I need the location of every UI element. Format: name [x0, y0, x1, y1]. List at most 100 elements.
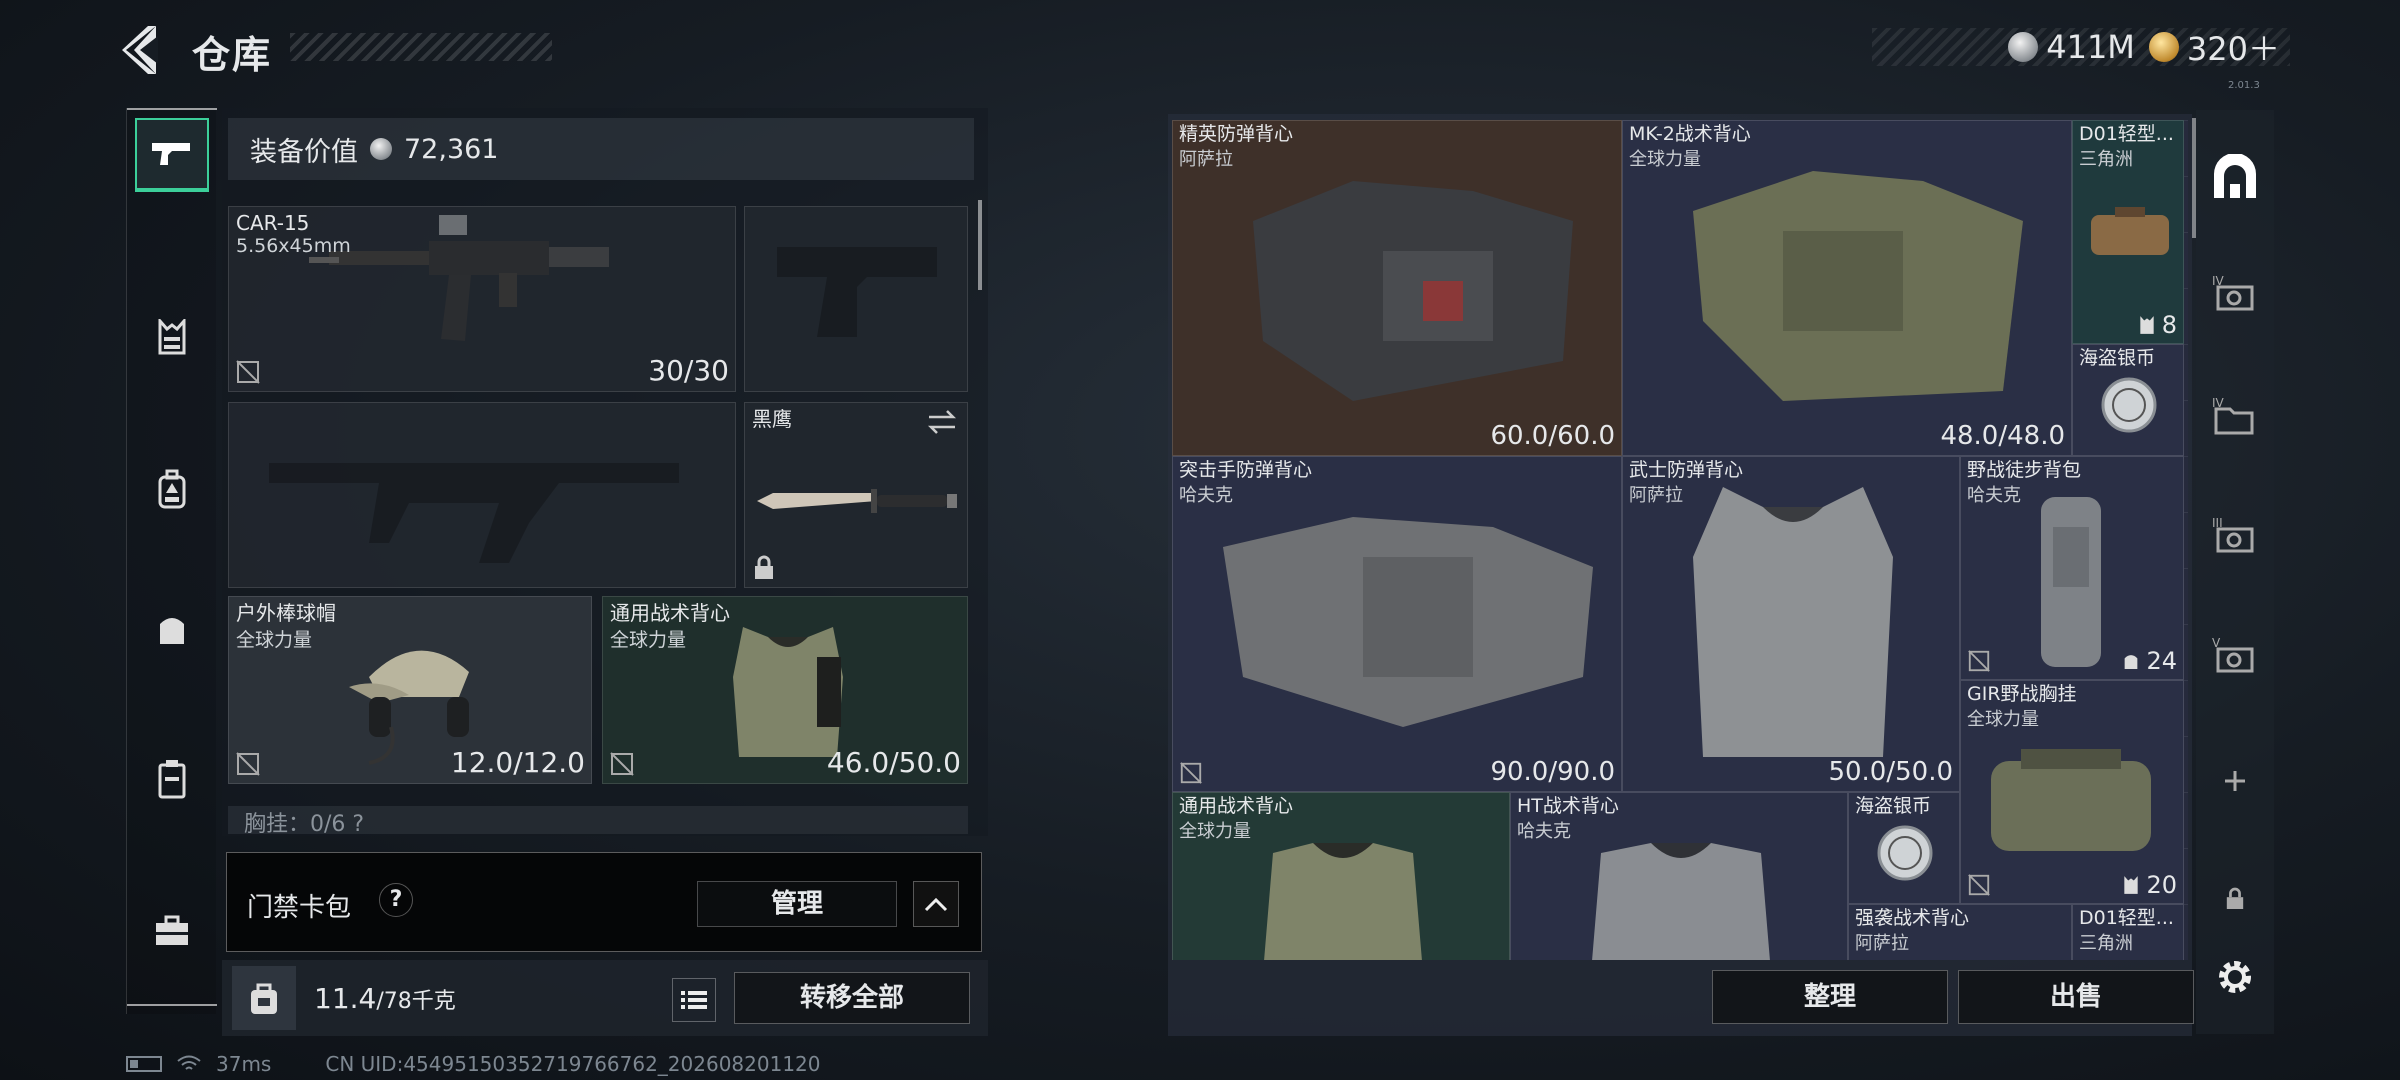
secondary-primary-slot[interactable]	[228, 402, 736, 588]
keycard-label: 门禁卡包	[247, 893, 352, 923]
equipment-scrollbar[interactable]	[978, 200, 982, 290]
cap-image	[349, 650, 469, 765]
stash-item[interactable]: MK-2战术背心 全球力量 48.0/48.0	[1622, 120, 2072, 456]
item-brand: 三角洲	[2079, 933, 2133, 954]
backpack-icon	[158, 469, 186, 509]
vest-image	[733, 627, 843, 757]
armor-name: 通用战术背心	[610, 601, 730, 625]
melee-slot[interactable]: 黑鹰	[744, 402, 968, 588]
transfer-all-button[interactable]: 转移全部	[734, 972, 970, 1024]
item-brand: 全球力量	[1179, 821, 1251, 842]
no-durability-icon	[1180, 762, 1202, 784]
expand-button[interactable]	[913, 881, 959, 927]
back-button[interactable]	[118, 22, 168, 78]
silver-coin-icon	[2008, 32, 2039, 62]
armor-durability: 46.0/50.0	[826, 746, 961, 779]
stash-item[interactable]: 武士防弹背心 阿萨拉 50.0/50.0	[1622, 456, 1960, 792]
stash-tab-5[interactable]: V	[2210, 630, 2260, 680]
stash-item[interactable]: HT战术背心 哈夫克	[1510, 792, 1848, 960]
sort-button[interactable]: 整理	[1712, 970, 1948, 1024]
list-view-button[interactable]	[672, 978, 716, 1022]
stash-item[interactable]: 野战徒步背包 哈夫克 24	[1960, 456, 2184, 680]
item-name: GIR野战胸挂	[1967, 683, 2077, 705]
equipment-value-label: 装备价值	[250, 136, 358, 168]
item-name: 野战徒步背包	[1967, 459, 2082, 481]
coin-image	[1877, 825, 1933, 881]
item-brand: 哈夫克	[1517, 821, 1571, 842]
secondary-weapon-slot[interactable]	[744, 206, 968, 392]
item-count: 8	[2138, 311, 2177, 339]
manage-button[interactable]: 管理	[697, 881, 897, 927]
category-case[interactable]	[135, 894, 209, 968]
add-stash-button[interactable]	[2210, 756, 2260, 806]
no-durability-icon	[236, 752, 260, 776]
stash-tab-3[interactable]: III	[2210, 510, 2260, 560]
item-brand: 阿萨拉	[1179, 149, 1233, 170]
vest-image	[1253, 181, 1573, 401]
stash-item[interactable]: GIR野战胸挂 全球力量 20	[1960, 680, 2184, 904]
briefcase-icon	[156, 915, 188, 945]
page-title: 仓库	[192, 33, 273, 77]
item-durability: 60.0/60.0	[1490, 421, 1615, 451]
rail-divider	[127, 108, 217, 110]
pistol-icon	[152, 143, 190, 165]
gold-coin-icon	[2148, 32, 2179, 62]
category-pouch[interactable]	[135, 592, 209, 666]
stash-tab-4[interactable]: IV	[2210, 268, 2260, 318]
stash-item[interactable]: 通用战术背心 全球力量	[1172, 792, 1510, 960]
category-chest-rig[interactable]	[135, 300, 209, 374]
chest-rig-icon	[158, 319, 186, 355]
vest-image	[1592, 843, 1770, 960]
item-name: 通用战术背心	[1179, 795, 1294, 817]
item-brand: 全球力量	[1967, 709, 2039, 730]
stash-item[interactable]: 海盗银币	[1848, 792, 1960, 904]
stash-tab-folder[interactable]: IV	[2210, 390, 2260, 440]
uid: CN UID:4549515035271976​6762_20260820112…	[325, 1052, 821, 1076]
sell-button[interactable]: 出售	[1958, 970, 2194, 1024]
gold-currency[interactable]: 320＋	[2148, 24, 2280, 70]
battery-icon	[126, 1056, 162, 1072]
category-backpack[interactable]	[135, 452, 209, 526]
armor-slot[interactable]: 通用战术背心 全球力量 46.0/50.0	[602, 596, 968, 784]
swap-icon[interactable]	[927, 409, 957, 435]
silver-currency[interactable]: 411M	[2008, 28, 2135, 66]
armor-brand: 全球力量	[610, 629, 687, 651]
chest-rig-row[interactable]: 胸挂：0/6 ?	[228, 806, 968, 834]
bag-bar: 11.4/78千克 转移全部	[222, 960, 988, 1036]
chest-rig-icon	[2140, 316, 2154, 334]
stash-item[interactable]: 强袭战术背心 阿萨拉	[1848, 904, 2072, 960]
rifle-placeholder-icon	[269, 463, 679, 563]
helmet-slot[interactable]: 户外棒球帽 全球力量 12.0/12.0	[228, 596, 592, 784]
vest-image	[1693, 171, 2023, 401]
weight-max: /78千克	[376, 989, 456, 1014]
item-name: 突击手防弹背心	[1179, 459, 1313, 481]
stash-item[interactable]: D01轻型... 三角洲	[2072, 904, 2184, 960]
item-count-value: 24	[2146, 647, 2177, 675]
knife-image	[757, 489, 957, 513]
settings-button[interactable]	[2210, 952, 2260, 1002]
stash-item[interactable]: 海盗银币	[2072, 344, 2184, 456]
helmet-brand: 全球力量	[236, 629, 313, 651]
chest-rig-image	[1991, 749, 2151, 851]
stash-item[interactable]: D01轻型... 三角洲 8	[2072, 120, 2184, 344]
weapon-name: CAR-15	[236, 211, 310, 235]
item-name: 海盗银币	[2079, 347, 2156, 369]
keycard-wallet: 门禁卡包 ? 管理	[226, 852, 982, 952]
stash-item[interactable]: 精英防弹背心 阿萨拉 60.0/60.0	[1172, 120, 1622, 456]
item-brand: 阿萨拉	[1855, 933, 1909, 954]
category-weapons[interactable]	[135, 118, 209, 192]
help-icon[interactable]: ?	[379, 883, 413, 917]
stash-tab-main[interactable]	[2210, 152, 2260, 202]
primary-weapon-slot[interactable]: CAR-15 5.56x45mm 30/30	[228, 206, 736, 392]
stash-item[interactable]: 突击手防弹背心 哈夫克 90.0/90.0	[1172, 456, 1622, 792]
locked-stash-tab[interactable]	[2210, 874, 2260, 924]
no-durability-icon	[1968, 650, 1990, 672]
stash-grid: 精英防弹背心 阿萨拉 60.0/60.0 MK-2战术背心 全球力量 48.0/…	[1172, 120, 2188, 960]
item-name: 精英防弹背心	[1179, 123, 1294, 145]
item-durability: 90.0/90.0	[1490, 757, 1615, 787]
crate-icon: V	[2212, 636, 2254, 673]
category-container[interactable]	[135, 742, 209, 816]
item-brand: 哈夫克	[1179, 485, 1233, 506]
stash-panel: 精英防弹背心 阿萨拉 60.0/60.0 MK-2战术背心 全球力量 48.0/…	[1168, 114, 2192, 1036]
helmet-name: 户外棒球帽	[236, 601, 336, 625]
